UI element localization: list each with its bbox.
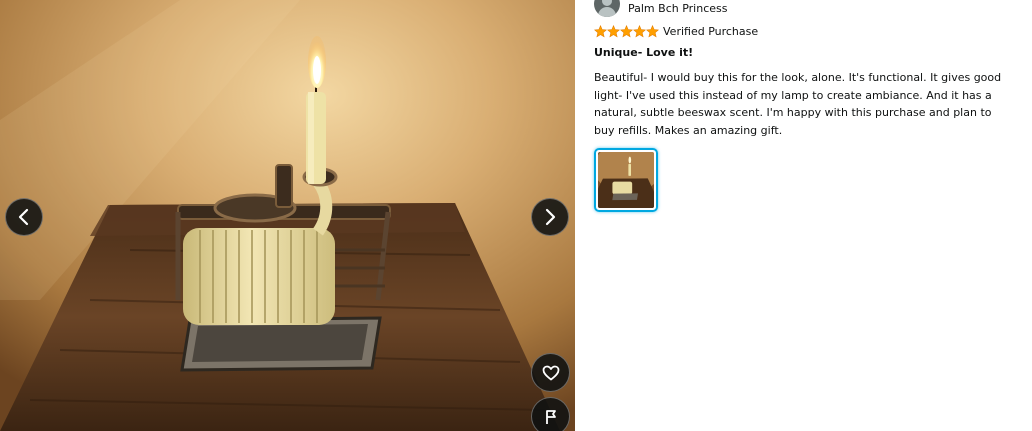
avatar-body: [598, 7, 616, 17]
review-image-viewer: [0, 0, 575, 431]
star-icon: [646, 24, 659, 37]
star-rating: [594, 24, 659, 38]
review-title: Unique- Love it!: [594, 46, 694, 59]
star-icon: [594, 24, 607, 37]
star-icon: [620, 24, 633, 37]
like-button[interactable]: [531, 353, 570, 392]
review-panel: Palm Bch Princess Verified Purchase Uniq…: [594, 0, 1014, 212]
avatar-head: [602, 0, 612, 6]
reviewer-name[interactable]: Palm Bch Princess: [628, 2, 727, 15]
thumbnail-photo: [598, 152, 654, 208]
chevron-right-icon: [545, 208, 556, 226]
previous-image-button[interactable]: [5, 198, 43, 236]
verified-purchase-badge: Verified Purchase: [663, 24, 759, 38]
avatar: [594, 0, 620, 17]
next-image-button[interactable]: [531, 198, 569, 236]
chevron-left-icon: [18, 208, 29, 226]
flag-icon: [545, 409, 556, 424]
rating-row: Verified Purchase: [594, 23, 1014, 39]
review-body: Beautiful- I would buy this for the look…: [594, 71, 1002, 137]
star-icon: [607, 24, 620, 37]
review-image-thumbnail[interactable]: [594, 148, 658, 212]
heart-icon: [542, 365, 559, 380]
reviewer-profile[interactable]: Palm Bch Princess: [594, 0, 1014, 18]
review-photo: [0, 0, 575, 431]
star-icon: [633, 24, 646, 37]
report-button[interactable]: [531, 397, 570, 431]
